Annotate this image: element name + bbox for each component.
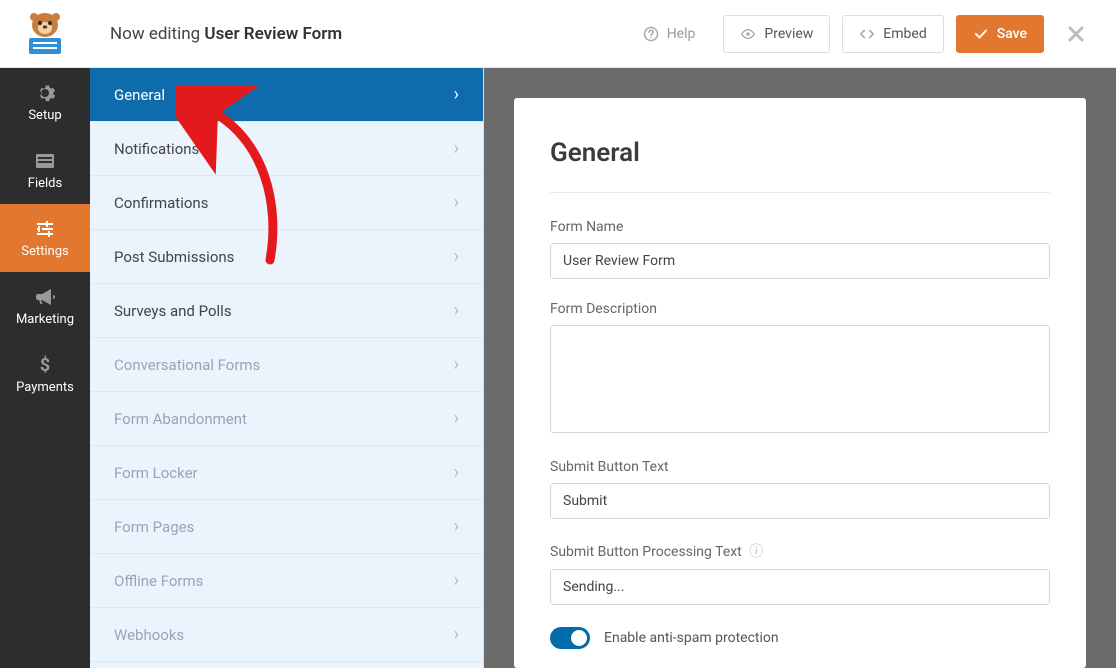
eye-icon <box>740 26 756 42</box>
chevron-right-icon: › <box>454 624 459 645</box>
field-submit-processing: Submit Button Processing Text ⓘ <box>550 541 1050 605</box>
submit-processing-label-text: Submit Button Processing Text <box>550 544 742 560</box>
card-heading: General <box>550 138 1050 168</box>
sliders-icon <box>34 218 56 240</box>
fields-icon <box>34 150 56 172</box>
submit-processing-input[interactable] <box>550 569 1050 605</box>
editing-prefix: Now editing <box>110 24 200 44</box>
panel-item-label: Form Pages <box>114 518 194 536</box>
sidebar-label: Payments <box>16 380 74 395</box>
antispam-toggle[interactable] <box>550 627 590 649</box>
close-icon <box>1066 24 1086 44</box>
panel-item-notifications[interactable]: Notifications › <box>90 122 483 176</box>
sidebar-item-setup[interactable]: Setup <box>0 68 90 136</box>
panel-item-offline-forms[interactable]: Offline Forms › <box>90 554 483 608</box>
panel-item-surveys-and-polls[interactable]: Surveys and Polls › <box>90 284 483 338</box>
panel-item-label: General <box>114 86 165 104</box>
panel-item-label: Surveys and Polls <box>114 302 232 320</box>
panel-item-label: Form Abandonment <box>114 410 247 428</box>
chevron-right-icon: › <box>454 84 459 105</box>
submit-text-label: Submit Button Text <box>550 459 1050 475</box>
preview-button[interactable]: Preview <box>723 15 830 53</box>
settings-panel: General › Notifications › Confirmations … <box>90 68 484 668</box>
panel-item-webhooks[interactable]: Webhooks › <box>90 608 483 662</box>
chevron-right-icon: › <box>454 246 459 267</box>
sidebar-label: Setup <box>28 108 61 123</box>
antispam-label: Enable anti-spam protection <box>604 630 779 646</box>
help-icon <box>643 26 659 42</box>
topbar-actions: Help Preview Embed Save <box>627 15 1116 53</box>
panel-item-label: Confirmations <box>114 194 208 212</box>
panel-item-confirmations[interactable]: Confirmations › <box>90 176 483 230</box>
close-button[interactable] <box>1056 24 1096 44</box>
code-icon <box>859 26 875 42</box>
svg-text:$: $ <box>40 355 50 376</box>
help-hint-icon[interactable]: ⓘ <box>749 544 763 560</box>
embed-label: Embed <box>883 26 926 42</box>
submit-processing-label: Submit Button Processing Text ⓘ <box>550 541 1050 561</box>
panel-item-label: Post Submissions <box>114 248 234 266</box>
sidebar-item-fields[interactable]: Fields <box>0 136 90 204</box>
logo-icon <box>21 12 69 56</box>
panel-item-label: Conversational Forms <box>114 356 260 374</box>
panel-item-form-abandonment[interactable]: Form Abandonment › <box>90 392 483 446</box>
form-description-input[interactable] <box>550 325 1050 433</box>
sidebar-label: Marketing <box>16 312 74 327</box>
bullhorn-icon <box>34 286 56 308</box>
panel-item-label: Webhooks <box>114 626 184 644</box>
embed-button[interactable]: Embed <box>842 15 943 53</box>
sidebar-item-marketing[interactable]: Marketing <box>0 272 90 340</box>
form-name-label: Form Name <box>550 219 1050 235</box>
dollar-icon: $ <box>34 354 56 376</box>
editing-form-name: User Review Form <box>204 24 342 44</box>
chevron-right-icon: › <box>454 516 459 537</box>
chevron-right-icon: › <box>454 462 459 483</box>
panel-item-general[interactable]: General › <box>90 68 483 122</box>
help-button[interactable]: Help <box>627 15 712 53</box>
field-submit-text: Submit Button Text <box>550 459 1050 519</box>
chevron-right-icon: › <box>454 354 459 375</box>
form-name-input[interactable] <box>550 243 1050 279</box>
sidebar-item-payments[interactable]: $ Payments <box>0 340 90 408</box>
panel-item-form-locker[interactable]: Form Locker › <box>90 446 483 500</box>
sidebar-item-settings[interactable]: Settings <box>0 204 90 272</box>
topbar: Now editing User Review Form Help Previe… <box>0 0 1116 68</box>
panel-item-label: Notifications <box>114 140 199 158</box>
save-label: Save <box>997 26 1027 42</box>
sidebar-label: Settings <box>21 244 68 259</box>
panel-item-label: Offline Forms <box>114 572 203 590</box>
help-label: Help <box>667 26 696 42</box>
chevron-right-icon: › <box>454 300 459 321</box>
divider <box>550 192 1050 193</box>
logo-cell <box>0 12 90 56</box>
submit-text-input[interactable] <box>550 483 1050 519</box>
chevron-right-icon: › <box>454 570 459 591</box>
panel-item-label: Form Locker <box>114 464 198 482</box>
field-form-name: Form Name <box>550 219 1050 279</box>
chevron-right-icon: › <box>454 138 459 159</box>
preview-label: Preview <box>764 26 813 42</box>
gear-icon <box>34 82 56 104</box>
settings-card: General Form Name Form Description Submi… <box>514 98 1086 668</box>
panel-item-post-submissions[interactable]: Post Submissions › <box>90 230 483 284</box>
antispam-row: Enable anti-spam protection <box>550 627 1050 649</box>
sidebar-label: Fields <box>28 176 62 191</box>
panel-item-conversational-forms[interactable]: Conversational Forms › <box>90 338 483 392</box>
check-icon <box>973 26 989 42</box>
chevron-right-icon: › <box>454 408 459 429</box>
canvas: General Form Name Form Description Submi… <box>484 68 1116 668</box>
panel-item-form-pages[interactable]: Form Pages › <box>90 500 483 554</box>
field-form-description: Form Description <box>550 301 1050 437</box>
chevron-right-icon: › <box>454 192 459 213</box>
editing-title: Now editing User Review Form <box>90 24 627 44</box>
save-button[interactable]: Save <box>956 15 1044 53</box>
form-description-label: Form Description <box>550 301 1050 317</box>
sidebar: Setup Fields Settings Marketing <box>0 68 90 668</box>
